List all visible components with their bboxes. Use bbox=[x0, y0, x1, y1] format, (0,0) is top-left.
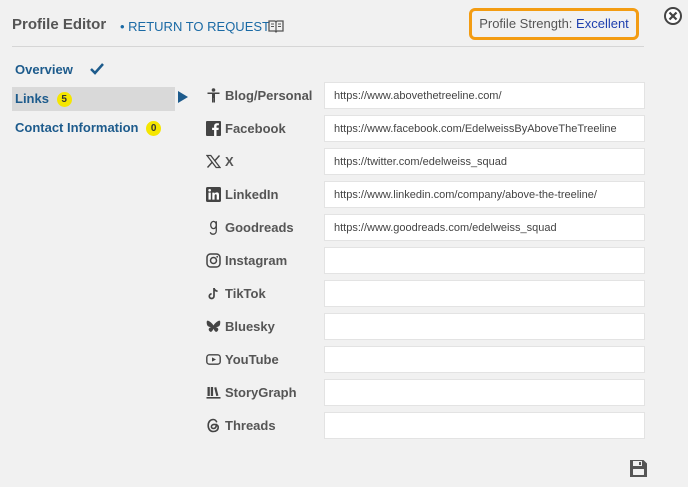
count-badge: 5 bbox=[56, 92, 72, 107]
profile-strength-value[interactable]: Excellent bbox=[576, 16, 629, 31]
link-label: Blog/Personal bbox=[225, 88, 313, 103]
count-badge: 0 bbox=[146, 121, 162, 136]
linkedin-url-field[interactable] bbox=[324, 181, 645, 208]
checkmark-icon bbox=[90, 63, 104, 75]
sidebar-nav: Overview Links 5 Contact Information 0 bbox=[12, 58, 192, 145]
link-label: Facebook bbox=[225, 121, 286, 136]
x-icon bbox=[206, 154, 221, 169]
caret-right-icon bbox=[178, 91, 188, 103]
sidebar-item-label: Links bbox=[15, 91, 49, 106]
sidebar-item-overview[interactable]: Overview bbox=[12, 58, 192, 82]
bluesky-url-field[interactable] bbox=[324, 313, 645, 340]
link-label: StoryGraph bbox=[225, 385, 297, 400]
tiktok-icon bbox=[208, 288, 218, 300]
link-label: Bluesky bbox=[225, 319, 275, 334]
page-title: Profile Editor bbox=[12, 16, 107, 33]
youtube-url-field[interactable] bbox=[324, 346, 645, 373]
profile-strength-label: Profile Strength: bbox=[479, 16, 573, 31]
save-icon[interactable] bbox=[629, 459, 648, 478]
sidebar-item-contact-information[interactable]: Contact Information 0 bbox=[12, 116, 192, 140]
storygraph-url-field[interactable] bbox=[324, 379, 645, 406]
linkedin-icon bbox=[206, 187, 221, 202]
blog-personal-url-field[interactable] bbox=[324, 82, 645, 109]
header: Profile Editor • RETURN TO REQUEST Profi… bbox=[12, 8, 688, 46]
facebook-url-field[interactable] bbox=[324, 115, 645, 142]
sidebar-item-label: Overview bbox=[15, 62, 73, 77]
bluesky-icon bbox=[206, 320, 221, 332]
instagram-url-field[interactable] bbox=[324, 247, 645, 274]
facebook-icon bbox=[206, 121, 221, 136]
link-label: Threads bbox=[225, 418, 276, 433]
sidebar-item-label: Contact Information bbox=[15, 120, 139, 135]
close-icon[interactable] bbox=[663, 6, 683, 26]
goodreads-icon bbox=[209, 220, 217, 235]
tiktok-url-field[interactable] bbox=[324, 280, 645, 307]
return-to-request-link[interactable]: • RETURN TO REQUEST bbox=[120, 19, 270, 34]
x-url-field[interactable] bbox=[324, 148, 645, 175]
youtube-icon bbox=[206, 354, 221, 365]
book-icon[interactable] bbox=[268, 19, 284, 33]
profile-strength-box: Profile Strength: Excellent bbox=[469, 8, 639, 40]
sidebar-item-links[interactable]: Links 5 bbox=[12, 87, 175, 111]
link-label: YouTube bbox=[225, 352, 279, 367]
goodreads-url-field[interactable] bbox=[324, 214, 645, 241]
link-label: X bbox=[225, 154, 234, 169]
storygraph-icon bbox=[206, 387, 221, 399]
link-label: LinkedIn bbox=[225, 187, 279, 202]
instagram-icon bbox=[206, 253, 221, 268]
link-label: Goodreads bbox=[225, 220, 294, 235]
threads-icon bbox=[207, 418, 220, 433]
threads-url-field[interactable] bbox=[324, 412, 645, 439]
link-label: Instagram bbox=[225, 253, 288, 268]
link-label: TikTok bbox=[225, 286, 266, 301]
header-divider bbox=[12, 46, 644, 47]
person-icon bbox=[207, 88, 220, 103]
